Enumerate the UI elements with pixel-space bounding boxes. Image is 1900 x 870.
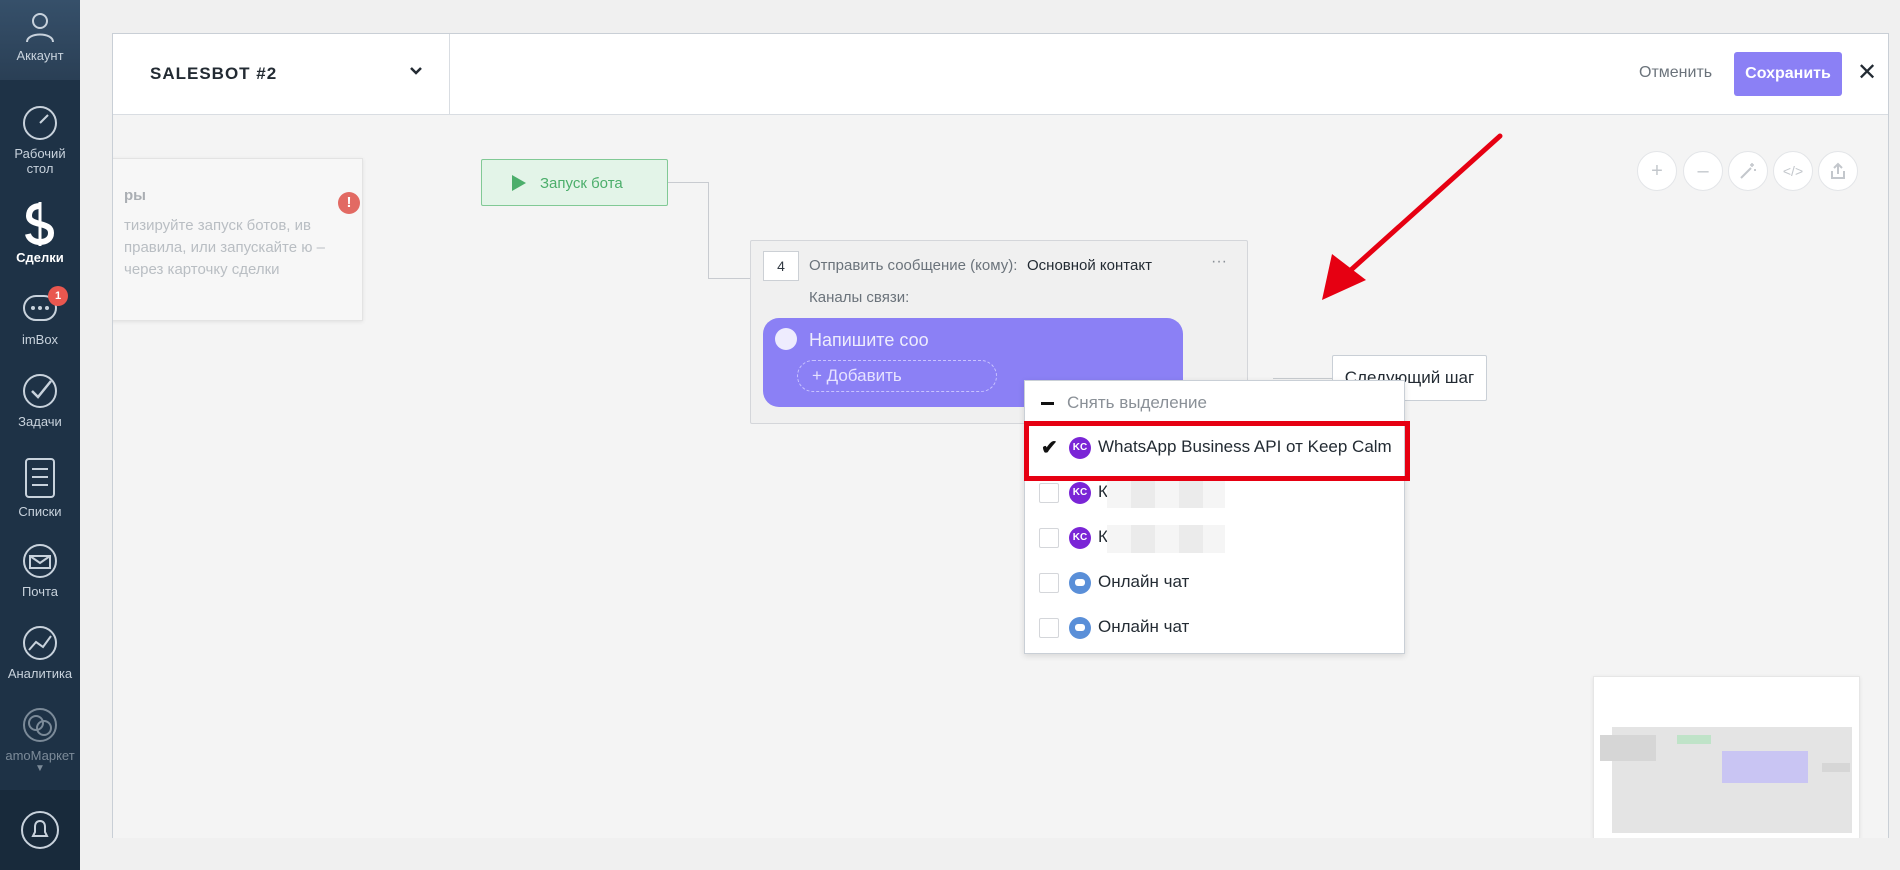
checkbox[interactable]: [1039, 483, 1059, 503]
bot-avatar-icon: [775, 328, 797, 350]
deselect-all-label: Снять выделение: [1067, 393, 1208, 412]
code-icon[interactable]: </>: [1773, 151, 1813, 191]
minimap[interactable]: [1593, 676, 1860, 838]
magic-wand-icon[interactable]: [1728, 151, 1768, 191]
check-icon: [23, 374, 57, 408]
bell-icon: [21, 811, 59, 849]
left-navigation: Аккаунт Рабочий стол Сделки 1 imBox Зада…: [0, 0, 80, 870]
channel-option[interactable]: ✔ KC WhatsApp Business API от Keep Calm: [1025, 425, 1406, 469]
online-chat-icon: [1069, 617, 1091, 639]
nav-label: amoМаркет: [5, 748, 75, 763]
nav-label: Задачи: [18, 414, 62, 429]
channel-option[interactable]: Онлайн чат: [1025, 560, 1406, 604]
analytics-icon: [23, 626, 57, 660]
alert-icon[interactable]: !: [338, 192, 360, 214]
minimap-node: [1822, 763, 1850, 772]
nav-item-deals[interactable]: Сделки: [0, 202, 80, 265]
send-to-label: Отправить сообщение (кому):: [809, 257, 1018, 274]
nav-label: Списки: [18, 504, 62, 519]
connector: [708, 182, 709, 278]
send-to-value[interactable]: Основной контакт: [1027, 257, 1152, 274]
checkmark-icon[interactable]: ✔: [1041, 435, 1058, 460]
red-arrow-annotation: [1322, 133, 1503, 300]
cancel-button[interactable]: Отменить: [1639, 64, 1712, 82]
online-chat-icon: [1069, 572, 1091, 594]
header-divider: [449, 34, 450, 115]
nav-item-market[interactable]: amoМаркет ▼: [0, 706, 80, 775]
add-button[interactable]: + Добавить: [797, 360, 997, 392]
nav-item-tasks[interactable]: Задачи: [0, 372, 80, 429]
channel-label: Онлайн чат: [1098, 617, 1190, 636]
market-icon: [23, 708, 57, 742]
nav-label: Рабочий стол: [14, 146, 66, 176]
nav-label: Аналитика: [7, 666, 73, 681]
deselect-all-row[interactable]: Снять выделение: [1025, 381, 1406, 425]
list-icon: [25, 458, 55, 498]
nav-label: Почта: [21, 584, 59, 599]
close-icon[interactable]: ✕: [1857, 58, 1877, 87]
step-number: 4: [763, 251, 799, 281]
zoom-in-icon[interactable]: +: [1637, 151, 1677, 191]
bot-canvas[interactable]: ры тизируйте запуск ботов, ив правила, и…: [113, 116, 1888, 838]
minus-icon: [1041, 402, 1054, 405]
more-icon[interactable]: ···: [1211, 253, 1227, 271]
keep-calm-logo-icon: KC: [1069, 437, 1091, 459]
info-title: ры: [124, 187, 146, 204]
imbox-badge: 1: [48, 286, 68, 306]
salesbot-editor-modal: SALESBOT #2 Отменить Сохранить ✕ ры тизи…: [112, 33, 1889, 838]
checkbox[interactable]: [1039, 573, 1059, 593]
export-icon[interactable]: [1818, 151, 1858, 191]
connector: [668, 182, 708, 183]
minimap-node: [1677, 735, 1711, 744]
nav-item-mail[interactable]: Почта: [0, 542, 80, 599]
play-icon: [512, 175, 526, 191]
redacted-text: [1107, 525, 1225, 553]
mail-icon: [23, 544, 57, 578]
channel-option[interactable]: KC К: [1025, 470, 1406, 514]
zoom-out-icon[interactable]: –: [1683, 151, 1723, 191]
start-bot-label: Запуск бота: [540, 175, 623, 192]
modal-header: SALESBOT #2 Отменить Сохранить ✕: [113, 34, 1888, 115]
connector: [708, 278, 750, 279]
speedometer-icon: [23, 106, 57, 140]
nav-label: Аккаунт: [16, 48, 64, 63]
keep-calm-logo-icon: KC: [1069, 527, 1091, 549]
checkbox[interactable]: [1039, 528, 1059, 548]
nav-item-dashboard[interactable]: Рабочий стол: [0, 104, 80, 176]
save-button[interactable]: Сохранить: [1734, 52, 1842, 96]
nav-item-imbox[interactable]: 1 imBox: [0, 286, 80, 347]
chevron-down-icon[interactable]: ▼: [0, 763, 80, 775]
nav-label: Сделки: [16, 250, 64, 265]
channel-label: WhatsApp Business API от Keep Calm: [1098, 437, 1392, 456]
keep-calm-logo-icon: KC: [1069, 482, 1091, 504]
nav-item-account[interactable]: Аккаунт: [0, 10, 80, 63]
dollar-icon: [25, 202, 55, 246]
channels-label: Каналы связи:: [809, 289, 910, 306]
message-placeholder[interactable]: Напишите соо: [809, 330, 929, 351]
redacted-text: [1107, 480, 1225, 508]
channels-dropdown: Снять выделение ✔ KC WhatsApp Business A…: [1024, 380, 1405, 654]
checkbox[interactable]: [1039, 618, 1059, 638]
user-icon: [26, 13, 54, 43]
chevron-down-icon[interactable]: [409, 66, 423, 76]
minimap-node: [1600, 735, 1656, 761]
minimap-node: [1722, 751, 1808, 783]
nav-label: imBox: [21, 332, 59, 347]
channel-option[interactable]: Онлайн чат: [1025, 605, 1406, 649]
connector: [1273, 378, 1332, 379]
info-card: ры тизируйте запуск ботов, ив правила, и…: [113, 158, 363, 321]
nav-item-lists[interactable]: Списки: [0, 456, 80, 519]
channel-label: Онлайн чат: [1098, 572, 1190, 591]
info-text: тизируйте запуск ботов, ив правила, или …: [124, 217, 326, 278]
notifications-area[interactable]: [0, 790, 80, 870]
nav-item-analytics[interactable]: Аналитика: [0, 624, 80, 681]
bot-name[interactable]: SALESBOT #2: [150, 64, 277, 84]
start-bot-node[interactable]: Запуск бота: [481, 159, 668, 206]
channel-option[interactable]: KC К: [1025, 515, 1406, 559]
